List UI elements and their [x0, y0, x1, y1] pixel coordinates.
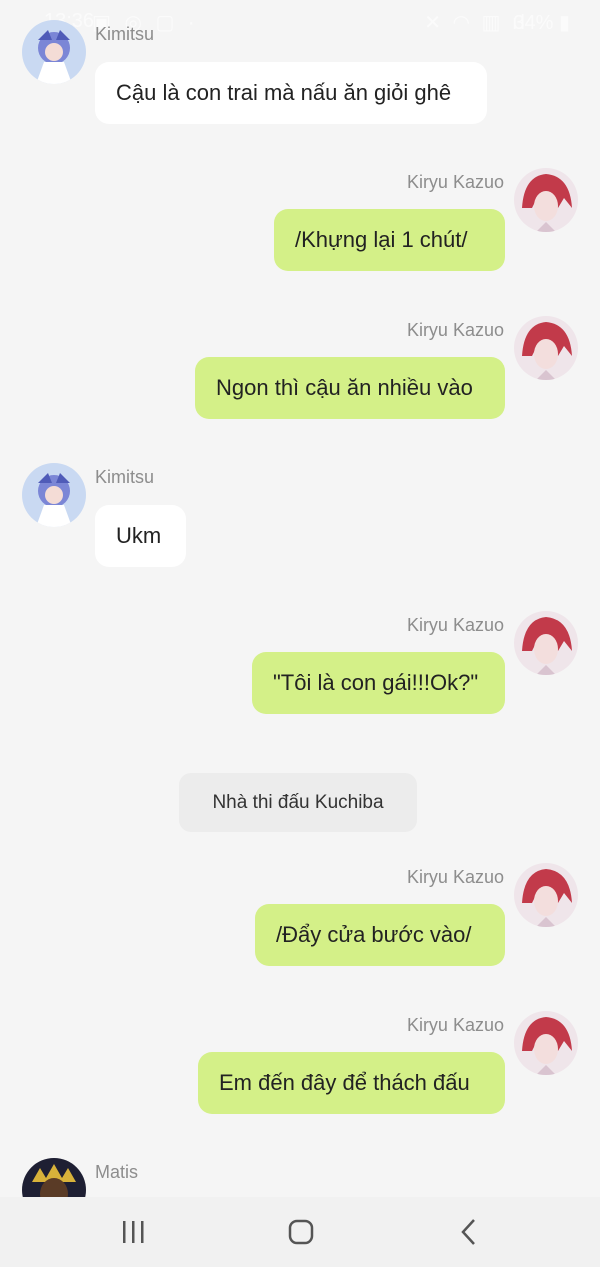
- sender-name: Kiryu Kazuo: [406, 867, 504, 887]
- message-bubble[interactable]: Ukm: [95, 505, 186, 567]
- kiryu-avatar[interactable]: [514, 863, 578, 927]
- recent-apps-button[interactable]: [113, 1215, 153, 1249]
- recent-apps-icon: [123, 1221, 144, 1243]
- home-icon: [288, 1219, 314, 1245]
- sender-name: Kimitsu: [95, 24, 155, 44]
- battery-level: 34%: [513, 12, 554, 34]
- message-bubble[interactable]: Em đến đây để thách đấu: [198, 1052, 505, 1114]
- kiryu-avatar[interactable]: [514, 1011, 578, 1075]
- battery-indicator: 34% ▮: [513, 12, 570, 34]
- kimitsu-avatar[interactable]: [22, 463, 86, 527]
- sender-name: Kiryu Kazuo: [406, 172, 504, 192]
- sender-name: Kimitsu: [95, 467, 155, 487]
- back-icon: [461, 1219, 475, 1245]
- kiryu-avatar[interactable]: [514, 611, 578, 675]
- sender-name: Kiryu Kazuo: [406, 615, 504, 635]
- location-note: Nhà thi đấu Kuchiba: [179, 773, 417, 832]
- message-bubble[interactable]: /Đẩy cửa bước vào/: [255, 904, 505, 966]
- message-bubble[interactable]: Ngon thì cậu ăn nhiều vào: [195, 357, 505, 419]
- sender-name: Matis: [95, 1162, 139, 1182]
- back-button[interactable]: [449, 1215, 489, 1249]
- home-button[interactable]: [281, 1215, 321, 1249]
- sender-name: Kiryu Kazuo: [406, 1015, 504, 1035]
- message-bubble[interactable]: Cậu là con trai mà nấu ăn giỏi ghê: [95, 62, 487, 124]
- message-bubble[interactable]: /Khựng lại 1 chút/: [274, 209, 505, 271]
- kiryu-avatar[interactable]: [514, 316, 578, 380]
- status-bar: 13:36 ▣ ◎ ▢ · ✕ ◠ ▥ ıl 34% ▮: [0, 0, 600, 44]
- kimitsu-avatar[interactable]: [22, 20, 86, 84]
- navigation-bar: [0, 1197, 600, 1267]
- message-bubble[interactable]: "Tôi là con gái!!!Ok?": [252, 652, 505, 714]
- sender-name: Kiryu Kazuo: [406, 320, 504, 340]
- kiryu-avatar[interactable]: [514, 168, 578, 232]
